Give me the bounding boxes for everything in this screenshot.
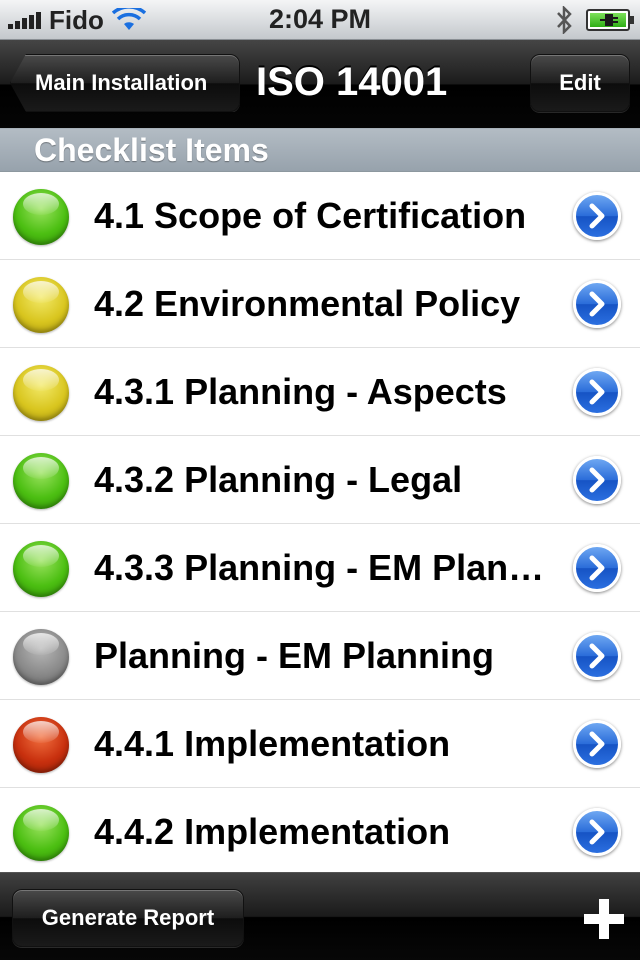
list-item-label: Planning - EM Planning [94, 635, 494, 676]
status-green-icon [13, 541, 69, 597]
status-green-icon [13, 189, 69, 245]
status-yellow-icon [13, 277, 69, 333]
list-item[interactable]: 4.4.1 Implementation [0, 700, 640, 788]
battery-charging-icon [586, 9, 634, 31]
generate-report-button[interactable]: Generate Report [12, 889, 244, 947]
list-item[interactable]: 4.3.2 Planning - Legal [0, 436, 640, 524]
list-item[interactable]: 4.3.3 Planning - EM Planning [0, 524, 640, 612]
list-item-label: 4.4.2 Implementation [94, 811, 451, 852]
disclosure-button-icon[interactable] [573, 280, 621, 328]
list-item-label: 4.3.2 Planning - Legal [94, 459, 463, 500]
edit-button[interactable]: Edit [530, 54, 630, 112]
disclosure-button-icon[interactable] [573, 544, 621, 592]
status-red-icon [13, 717, 69, 773]
disclosure-button-icon[interactable] [573, 368, 621, 416]
status-right [556, 4, 634, 36]
bottom-toolbar: Generate Report [0, 872, 640, 960]
list-item[interactable]: 4.3.1 Planning - Aspects [0, 348, 640, 436]
disclosure-button-icon[interactable] [573, 632, 621, 680]
disclosure-button-icon[interactable] [573, 456, 621, 504]
plus-icon[interactable] [584, 899, 624, 939]
status-yellow-icon [13, 365, 69, 421]
list-item-label: 4.3.1 Planning - Aspects [94, 371, 507, 412]
disclosure-button-icon[interactable] [573, 192, 621, 240]
list-item-label: 4.4.1 Implementation [94, 723, 451, 764]
back-button[interactable]: Main Installation [10, 54, 240, 112]
list-item-label: 4.1 Scope of Certification [94, 195, 527, 236]
list-item[interactable]: 4.2 Environmental Policy [0, 260, 640, 348]
status-green-icon [13, 453, 69, 509]
status-gray-icon [13, 629, 69, 685]
bluetooth-icon [557, 6, 572, 34]
section-header: Checklist Items [0, 128, 640, 172]
list-item-label: 4.2 Environmental Policy [94, 283, 521, 324]
list-item[interactable]: 4.4.2 Implementation [0, 788, 640, 872]
page-title: ISO 14001 [256, 60, 448, 104]
list-item[interactable]: 4.1 Scope of Certification [0, 172, 640, 260]
checklist-list: 4.1 Scope of Certification 4.2 Environmen… [0, 172, 640, 872]
list-item[interactable]: Planning - EM Planning [0, 612, 640, 700]
disclosure-button-icon[interactable] [573, 808, 621, 856]
navigation-bar: Main Installation ISO 14001 Edit [0, 40, 640, 128]
status-bar: Fido 2:04 PM [0, 0, 640, 40]
disclosure-button-icon[interactable] [573, 720, 621, 768]
status-green-icon [13, 805, 69, 861]
list-item-label: 4.3.3 Planning - EM Planning [94, 547, 556, 588]
clock: 2:04 PM [268, 4, 372, 34]
